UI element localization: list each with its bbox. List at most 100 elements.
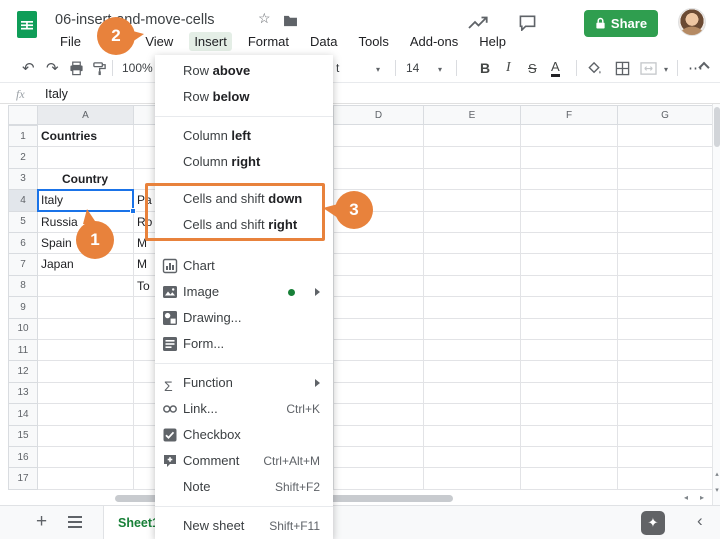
- insert-menu-item-row-below[interactable]: Row below: [155, 84, 333, 110]
- insert-dropdown-menu: Row aboveRow below Column leftColumn righ…: [155, 55, 333, 539]
- document-title[interactable]: 06-insert-and-move-cells: [55, 12, 215, 28]
- row-header-1[interactable]: 1: [8, 125, 38, 147]
- strikethrough-button[interactable]: S: [528, 59, 537, 77]
- row-header-14[interactable]: 14: [8, 403, 38, 425]
- insert-menu-item-row-above[interactable]: Row above: [155, 58, 333, 84]
- row-header-2[interactable]: 2: [8, 146, 38, 168]
- insert-menu-item-cells-and-shift-down[interactable]: Cells and shift down: [155, 186, 333, 212]
- menu-item-label: Row: [183, 63, 213, 78]
- row-header-7[interactable]: 7: [8, 253, 38, 275]
- insert-menu-item-form[interactable]: Form...: [155, 331, 333, 357]
- row-header-5[interactable]: 5: [8, 211, 38, 233]
- column-header-F[interactable]: F: [520, 105, 618, 125]
- column-header-A[interactable]: A: [37, 105, 134, 125]
- column-header-G[interactable]: G: [617, 105, 712, 125]
- cell-B6[interactable]: M: [137, 236, 147, 250]
- insert-menu-item-link[interactable]: Link...Ctrl+K: [155, 396, 333, 422]
- insert-menu-item-checkbox[interactable]: Checkbox: [155, 422, 333, 448]
- move-folder-icon[interactable]: [283, 15, 298, 27]
- insert-menu-item-drawing[interactable]: Drawing...: [155, 305, 333, 331]
- cell-A3[interactable]: Country: [37, 172, 133, 186]
- paint-format-icon[interactable]: [92, 59, 107, 77]
- scroll-left-icon[interactable]: ◂: [684, 493, 688, 502]
- cell-A7[interactable]: Japan: [41, 257, 74, 271]
- row-header-4[interactable]: 4: [8, 189, 38, 211]
- all-sheets-icon[interactable]: [68, 516, 82, 531]
- cell-B5[interactable]: Ro: [137, 215, 152, 229]
- fill-color-icon[interactable]: [587, 59, 602, 77]
- sheets-logo-icon[interactable]: [17, 11, 37, 38]
- row-header-17[interactable]: 17: [8, 467, 38, 489]
- chart-icon: [162, 258, 178, 274]
- font-dropdown-icon[interactable]: ▾: [376, 65, 380, 74]
- menu-insert[interactable]: Insert: [189, 32, 232, 51]
- row-header-11[interactable]: 11: [8, 339, 38, 361]
- undo-icon[interactable]: ↶: [22, 59, 35, 77]
- add-sheet-button[interactable]: +: [36, 511, 47, 533]
- cell-B8[interactable]: To: [137, 279, 150, 293]
- explore-stats-icon[interactable]: [468, 16, 490, 30]
- row-header-13[interactable]: 13: [8, 382, 38, 404]
- menu-data[interactable]: Data: [305, 32, 342, 51]
- insert-menu-item-cells-and-shift-right[interactable]: Cells and shift right: [155, 212, 333, 238]
- row-header-9[interactable]: 9: [8, 296, 38, 318]
- menu-addons[interactable]: Add-ons: [405, 32, 463, 51]
- font-select[interactable]: t: [336, 59, 339, 77]
- menu-help[interactable]: Help: [474, 32, 511, 51]
- grid-corner[interactable]: [8, 105, 38, 125]
- formula-input[interactable]: Italy: [45, 87, 68, 101]
- scroll-up-icon[interactable]: ▴: [713, 470, 720, 478]
- grid-line: [38, 339, 712, 340]
- borders-icon[interactable]: [615, 59, 630, 77]
- row-header-3[interactable]: 3: [8, 168, 38, 190]
- row-header-6[interactable]: 6: [8, 232, 38, 254]
- row-header-16[interactable]: 16: [8, 446, 38, 468]
- insert-menu-item-column-left[interactable]: Column left: [155, 123, 333, 149]
- account-avatar[interactable]: [678, 8, 706, 36]
- menu-format[interactable]: Format: [243, 32, 294, 51]
- insert-menu-item-column-right[interactable]: Column right: [155, 149, 333, 175]
- font-size-select[interactable]: 14: [406, 59, 419, 77]
- row-header-8[interactable]: 8: [8, 275, 38, 297]
- insert-menu-item-image[interactable]: Image: [155, 279, 333, 305]
- cell-A5[interactable]: Russia: [41, 215, 78, 229]
- insert-menu-item-note[interactable]: NoteShift+F2: [155, 474, 333, 500]
- redo-icon[interactable]: ↷: [46, 59, 59, 77]
- collapse-panel-icon[interactable]: ‹: [697, 511, 703, 531]
- insert-menu-item-comment[interactable]: CommentCtrl+Alt+M: [155, 448, 333, 474]
- row-header-10[interactable]: 10: [8, 318, 38, 340]
- column-header-E[interactable]: E: [423, 105, 521, 125]
- menu-file[interactable]: File: [55, 32, 86, 51]
- scroll-down-icon[interactable]: ▾: [713, 486, 720, 494]
- share-button[interactable]: Share: [584, 10, 658, 37]
- font-size-dropdown-icon[interactable]: ▾: [438, 65, 442, 74]
- collapse-toolbar-icon[interactable]: [700, 62, 710, 72]
- horizontal-scrollbar[interactable]: ◂ ▸: [8, 492, 712, 505]
- text-color-button[interactable]: A: [551, 59, 560, 77]
- merge-cells-icon[interactable]: [640, 59, 657, 77]
- scroll-right-icon[interactable]: ▸: [700, 493, 704, 502]
- star-icon[interactable]: ☆: [258, 10, 271, 27]
- vertical-scrollbar-thumb[interactable]: [714, 107, 720, 147]
- vertical-scrollbar[interactable]: ▴ ▾: [712, 104, 720, 505]
- insert-menu-item-new-sheet[interactable]: New sheetShift+F11: [155, 513, 333, 539]
- cell-A6[interactable]: Spain: [41, 236, 72, 250]
- comment-history-icon[interactable]: [518, 14, 537, 31]
- cell-A1[interactable]: Countries: [41, 129, 97, 143]
- column-header-D[interactable]: D: [333, 105, 424, 125]
- row-header-15[interactable]: 15: [8, 425, 38, 447]
- bold-button[interactable]: B: [480, 59, 490, 77]
- merge-dropdown-icon[interactable]: ▾: [664, 65, 668, 74]
- menu-view[interactable]: View: [140, 32, 178, 51]
- menu-tools[interactable]: Tools: [353, 32, 393, 51]
- cell-B7[interactable]: M: [137, 257, 147, 271]
- insert-menu-item-function[interactable]: ΣFunction: [155, 370, 333, 396]
- italic-button[interactable]: I: [506, 59, 511, 77]
- fill-handle[interactable]: [130, 208, 136, 214]
- explore-button[interactable]: ✦: [641, 511, 665, 535]
- print-icon[interactable]: [69, 59, 84, 77]
- row-header-12[interactable]: 12: [8, 360, 38, 382]
- insert-menu-item-chart[interactable]: Chart: [155, 253, 333, 279]
- cell-B4[interactable]: Pa: [137, 193, 152, 207]
- zoom-select[interactable]: 100%: [122, 59, 153, 77]
